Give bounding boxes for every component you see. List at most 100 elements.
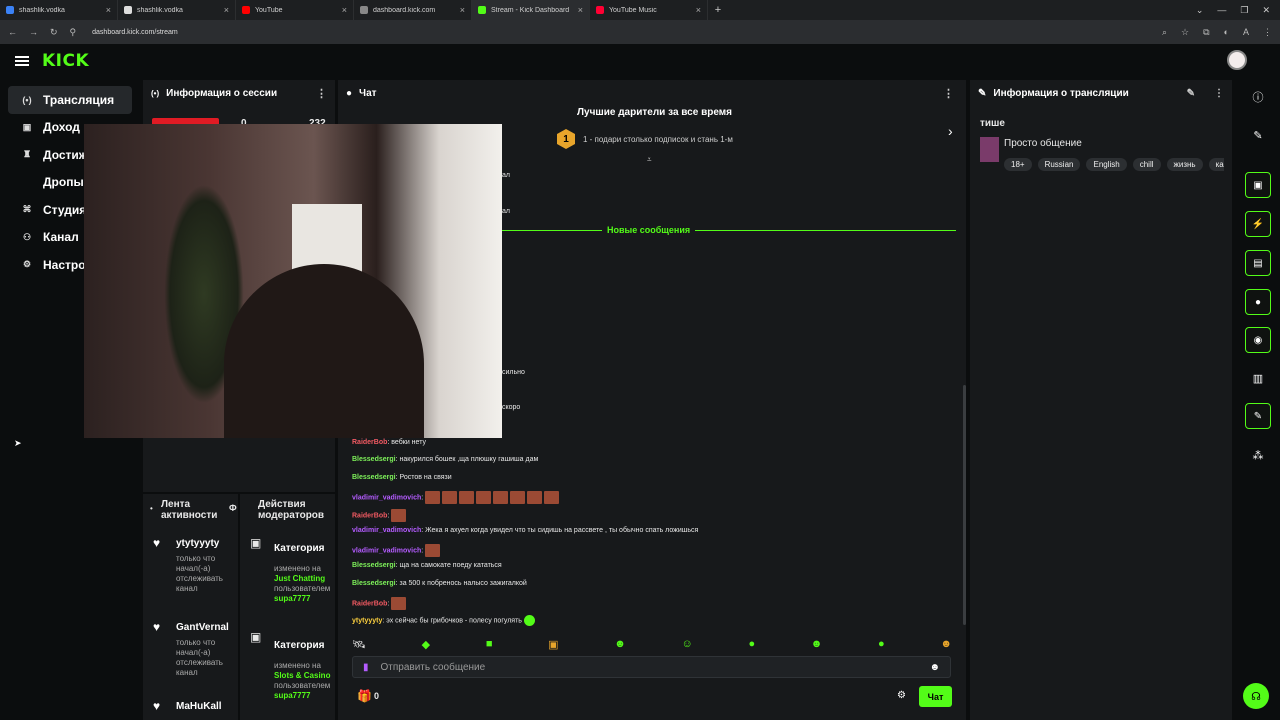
chat-tool-icon[interactable]: ● (1245, 289, 1271, 315)
chat-username[interactable]: ytytyyyty (352, 617, 382, 624)
emote-button[interactable]: ● (878, 638, 885, 651)
chat-username[interactable]: vladimir_vadimovich (352, 494, 421, 501)
emote-button[interactable]: ☻ (614, 638, 626, 651)
profile-icon[interactable]: ◐ (1224, 27, 1229, 38)
kick-logo[interactable]: KICK (42, 51, 89, 71)
activity-user[interactable]: MaHuKall (176, 701, 235, 712)
emote-button[interactable]: ● (748, 638, 755, 651)
stream-tag[interactable]: кайф (1208, 158, 1224, 171)
gifters-next-icon[interactable]: › (948, 123, 953, 139)
extension-a-icon[interactable]: A (1243, 27, 1249, 38)
lightning-icon[interactable]: ⚡ (1245, 211, 1271, 237)
heart-icon: ♥ (153, 536, 161, 550)
clip-tool-icon[interactable]: ▣ (1245, 172, 1271, 198)
nodes-icon[interactable]: ⁂ (1245, 442, 1271, 468)
back-icon[interactable]: ← (8, 27, 17, 37)
tab-favicon (360, 6, 368, 14)
chat-message: Blessedsergi: накурился бошек ,ща плюшку… (352, 456, 538, 463)
emote-button[interactable]: ◆ (422, 638, 430, 651)
mod-action-name: Категория (274, 543, 325, 554)
wrench-tool-icon[interactable]: ✎ (1245, 403, 1271, 429)
chat-username[interactable]: vladimir_vadimovich (352, 547, 421, 554)
trophy-icon: ♜ (22, 149, 32, 160)
browser-tab[interactable]: YouTube Music × (590, 0, 708, 20)
stream-info-more-icon[interactable]: ⋮ (1214, 88, 1224, 99)
tab-close-icon[interactable]: × (696, 5, 701, 15)
close-window-icon[interactable]: ✕ (1262, 5, 1270, 16)
browser-menu-icon[interactable]: ⋮ (1263, 27, 1272, 38)
site-info-icon[interactable]: ⚲ (70, 27, 77, 38)
chat-username[interactable]: RaiderBob (352, 600, 387, 607)
chat-more-icon[interactable]: ⋮ (943, 87, 954, 100)
stream-tags: 18+ Russian English chill жизнь кайф (1004, 154, 1224, 172)
browser-tab[interactable]: Stream - Kick Dashboard × (472, 0, 590, 20)
gifters-collapse-icon[interactable]: ⩡ (647, 155, 652, 165)
tab-close-icon[interactable]: × (460, 5, 465, 15)
stream-tag[interactable]: chill (1132, 158, 1161, 171)
stream-tag[interactable]: English (1086, 158, 1127, 171)
browser-tab[interactable]: shashlik.vodka × (118, 0, 236, 20)
chat-input[interactable]: ▮ Отправить сообщение ☻ (352, 656, 951, 678)
emote-button[interactable]: ☺ (682, 638, 693, 651)
browser-tab[interactable]: YouTube × (236, 0, 354, 20)
menu-hamburger-icon[interactable] (15, 56, 29, 66)
mic-icon[interactable]: ▮ (363, 662, 369, 673)
session-more-icon[interactable]: ⋮ (316, 87, 327, 100)
pencil-icon[interactable]: ✎ (1245, 122, 1271, 148)
tab-close-icon[interactable]: × (106, 5, 111, 15)
chat-username[interactable]: Blessedsergi (352, 474, 396, 481)
chat-username[interactable]: RaiderBob (352, 439, 387, 446)
webcam-preview[interactable] (84, 124, 502, 438)
reload-icon[interactable]: ↻ (50, 27, 58, 38)
browser-tab[interactable]: shashlik.vodka × (0, 0, 118, 20)
stream-tag[interactable]: Russian (1037, 158, 1081, 171)
chat-username[interactable]: Blessedsergi (352, 456, 396, 463)
info-icon[interactable]: ⓘ (1245, 84, 1271, 110)
chat-username[interactable]: Blessedsergi (352, 562, 396, 569)
maximize-icon[interactable]: ❐ (1240, 5, 1248, 16)
zoom-icon[interactable]: ⌕ (1162, 27, 1167, 38)
send-chat-button[interactable]: Чат (919, 686, 952, 707)
minimize-icon[interactable]: — (1217, 5, 1226, 15)
emote-button[interactable]: ☻ (811, 638, 823, 651)
chat-settings-icon[interactable]: ⚙ (897, 690, 906, 701)
chat-message: Blessedsergi: ща на самокате поеду катат… (352, 562, 502, 569)
chat-input-placeholder: Отправить сообщение (380, 661, 486, 673)
emote-button[interactable]: ■ (486, 638, 493, 651)
tab-search-icon[interactable]: ⌄ (1196, 5, 1204, 16)
chat-username[interactable]: vladimir_vadimovich (352, 527, 421, 534)
layout-icon[interactable]: ▥ (1245, 365, 1271, 391)
chat-scrollbar[interactable] (963, 385, 966, 625)
browser-tab[interactable]: dashboard.kick.com × (354, 0, 472, 20)
forward-icon[interactable]: → (29, 27, 38, 37)
tab-close-icon[interactable]: × (578, 5, 583, 15)
right-tool-rail: ⓘ ✎ ▣ ⚡ ▤ ● ◉ ▥ ✎ ⁂ ☊ (1237, 78, 1280, 720)
broadcast-tool-icon[interactable]: ◉ (1245, 327, 1271, 353)
activity-desc: только что начал(-а) отслеживать канал (176, 554, 223, 593)
extensions-icon[interactable]: ⧉ (1203, 27, 1209, 38)
new-messages-label: Новые сообщения (602, 225, 696, 235)
emote-button[interactable]: 🛰 (352, 638, 366, 651)
activity-user[interactable]: GantVernal (176, 622, 235, 633)
notes-icon[interactable]: ▤ (1245, 250, 1271, 276)
tab-title: YouTube (255, 6, 283, 14)
emote-button[interactable]: ☻ (940, 638, 952, 651)
tab-title: dashboard.kick.com (373, 6, 436, 14)
bookmark-star-icon[interactable]: ☆ (1181, 27, 1189, 38)
gift-icon[interactable]: 🎁 (357, 689, 372, 703)
emote-button[interactable]: ▣ (548, 638, 558, 651)
user-avatar[interactable] (1227, 50, 1247, 70)
emoji-picker-icon[interactable]: ☻ (929, 662, 940, 673)
support-button[interactable]: ☊ (1243, 683, 1269, 709)
edit-icon[interactable]: ✎ (1187, 88, 1195, 99)
tab-close-icon[interactable]: × (224, 5, 229, 15)
stream-tag[interactable]: жизнь (1166, 158, 1203, 171)
new-tab-button[interactable]: + (708, 0, 728, 20)
activity-user[interactable]: ytytyyyty (176, 538, 235, 549)
chat-username[interactable]: Blessedsergi (352, 580, 396, 587)
tab-close-icon[interactable]: × (342, 5, 347, 15)
url-field[interactable]: dashboard.kick.com/stream (92, 29, 178, 36)
sidebar-item[interactable]: (•) Трансляция (8, 86, 132, 114)
stream-tag[interactable]: 18+ (1004, 158, 1032, 171)
chat-username[interactable]: RaiderBob (352, 512, 387, 519)
